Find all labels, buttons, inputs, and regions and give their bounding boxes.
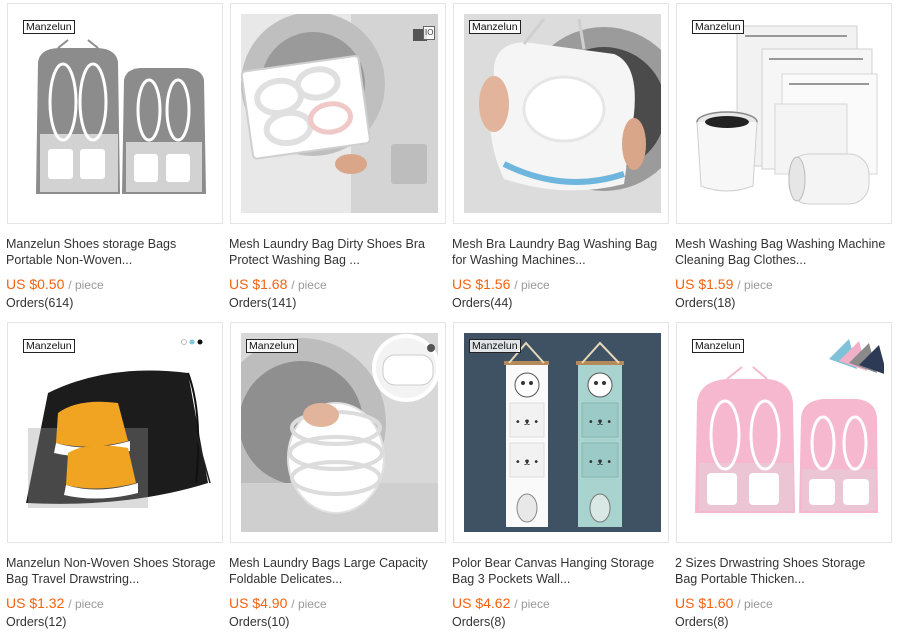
product-image-frame[interactable]: IO [230,3,446,224]
product-price: US $1.59 / piece [675,276,773,292]
product-card[interactable]: Manzelun Manzelun Shoes storage Bags Por… [0,0,223,315]
product-card[interactable]: Manzelun Mesh Washing Bag Washing Machin… [669,0,892,315]
product-card[interactable]: • ᴥ • • ᴥ • • ᴥ • • ᴥ • Manzelun Polor B… [446,319,669,634]
price-value: $1.68 [252,276,288,292]
brand-label: Manzelun [692,339,744,353]
price-value: $1.56 [475,276,511,292]
order-count: Orders(12) [6,615,67,629]
product-image[interactable] [18,14,215,213]
price-value: $4.90 [252,595,288,611]
product-image[interactable]: • ᴥ • • ᴥ • • ᴥ • • ᴥ • [464,333,661,532]
price-unit: / piece [68,597,104,611]
product-title[interactable]: 2 Sizes Drwastring Shoes Storage Bag Por… [675,555,891,587]
price-unit: / piece [291,278,327,292]
product-image-frame[interactable]: Manzelun [7,3,223,224]
product-image[interactable] [241,333,438,532]
price-currency: US [675,595,695,611]
brand-label: Manzelun [692,20,744,34]
product-image[interactable] [241,14,438,213]
price-unit: / piece [68,278,104,292]
washer-badge: IO [423,26,436,40]
product-image[interactable] [687,14,884,213]
brand-label: Manzelun [469,339,521,353]
price-currency: US [675,276,695,292]
price-currency: US [229,595,249,611]
svg-text:• ᴥ •: • ᴥ • [588,457,612,468]
order-count: Orders(8) [452,615,506,629]
product-card[interactable]: IO Mesh Laundry Bag Dirty Shoes Bra Prot… [223,0,446,315]
product-price: US $4.90 / piece [229,595,327,611]
order-count: Orders(614) [6,296,74,310]
order-count: Orders(18) [675,296,736,310]
product-title[interactable]: Manzelun Non-Woven Shoes Storage Bag Tra… [6,555,222,587]
price-value: $1.60 [698,595,734,611]
brand-label: Manzelun [246,339,298,353]
price-unit: / piece [514,597,550,611]
product-image-frame[interactable]: Manzelun [676,322,892,543]
product-title[interactable]: Polor Bear Canvas Hanging Storage Bag 3 … [452,555,668,587]
price-unit: / piece [514,278,550,292]
price-value: $1.32 [29,595,65,611]
product-price: US $1.68 / piece [229,276,327,292]
product-title[interactable]: Manzelun Shoes storage Bags Portable Non… [6,236,222,268]
product-title[interactable]: Mesh Bra Laundry Bag Washing Bag for Was… [452,236,668,268]
product-image-frame[interactable]: • ᴥ • • ᴥ • • ᴥ • • ᴥ • Manzelun [453,322,669,543]
price-value: $4.62 [475,595,511,611]
product-image-frame[interactable]: Manzelun [676,3,892,224]
order-count: Orders(141) [229,296,297,310]
price-value: $0.50 [29,276,65,292]
brand-label: Manzelun [23,20,75,34]
brand-label: Manzelun [23,339,75,353]
product-price: US $0.50 / piece [6,276,104,292]
order-count: Orders(10) [229,615,290,629]
product-image-frame[interactable]: Manzelun [453,3,669,224]
product-price: US $4.62 / piece [452,595,550,611]
price-currency: US [452,276,472,292]
product-grid: Manzelun Manzelun Shoes storage Bags Por… [0,0,900,635]
price-currency: US [452,595,472,611]
product-image-frame[interactable]: Manzelun [7,322,223,543]
price-value: $1.59 [698,276,734,292]
product-card[interactable]: Manzelun Mesh Bra Laundry Bag Washing Ba… [446,0,669,315]
svg-text:• ᴥ •: • ᴥ • [515,417,539,428]
product-card[interactable]: Manzelun Manzelun Non-Woven Shoes Storag… [0,319,223,634]
price-unit: / piece [291,597,327,611]
product-image[interactable] [687,333,884,532]
product-title[interactable]: Mesh Laundry Bags Large Capacity Foldabl… [229,555,445,587]
product-image[interactable] [18,333,215,532]
product-title[interactable]: Mesh Washing Bag Washing Machine Cleanin… [675,236,891,268]
order-count: Orders(44) [452,296,513,310]
price-unit: / piece [737,278,773,292]
product-price: US $1.32 / piece [6,595,104,611]
product-card[interactable]: Manzelun Mesh Laundry Bags Large Capacit… [223,319,446,634]
product-title[interactable]: Mesh Laundry Bag Dirty Shoes Bra Protect… [229,236,445,268]
product-card[interactable]: Manzelun 2 Sizes Drwastring Shoes Storag… [669,319,892,634]
product-image[interactable] [464,14,661,213]
product-image-frame[interactable]: Manzelun [230,322,446,543]
svg-text:• ᴥ •: • ᴥ • [588,417,612,428]
svg-text:• ᴥ •: • ᴥ • [515,457,539,468]
price-currency: US [229,276,249,292]
brand-label: Manzelun [469,20,521,34]
price-currency: US [6,595,26,611]
order-count: Orders(8) [675,615,729,629]
product-price: US $1.56 / piece [452,276,550,292]
price-unit: / piece [737,597,773,611]
product-price: US $1.60 / piece [675,595,773,611]
price-currency: US [6,276,26,292]
